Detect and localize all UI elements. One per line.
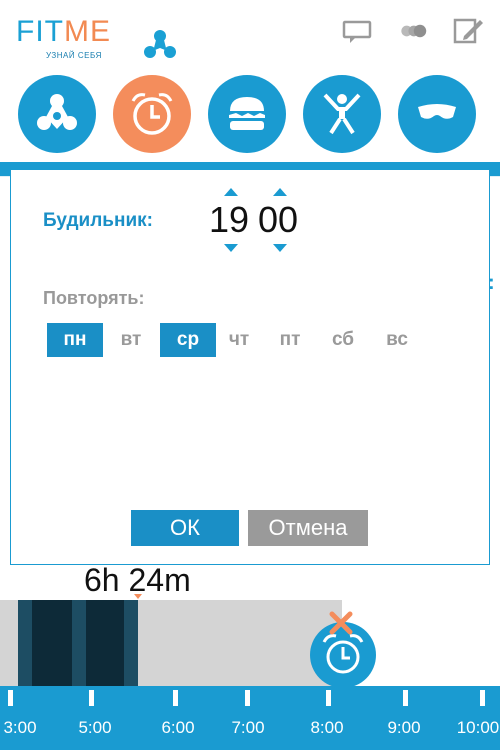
axis-tick (8, 690, 13, 706)
hours-display[interactable]: 19 (209, 200, 249, 240)
axis-tick (326, 690, 331, 706)
activity-icon (37, 94, 77, 130)
minutes-value: 00 (258, 199, 299, 240)
hours-value: 19 (209, 199, 250, 240)
sleep-segment-deep (86, 600, 124, 686)
axis-label: 9:00 (387, 718, 421, 737)
fitme-logo[interactable]: FITME УЗНАЙ СЕБЯ (16, 14, 176, 64)
category-activity[interactable] (18, 75, 96, 153)
alarm-dialog: Будильник: 19 00 Повторять: пн вт ср чт … (10, 169, 490, 565)
logo-me: ME (64, 15, 111, 48)
category-exercise[interactable] (303, 75, 381, 153)
axis-label: 10:00 (456, 718, 500, 737)
day-toggle-thu[interactable]: чт (211, 323, 267, 357)
repeat-label: Повторять: (43, 288, 145, 308)
day-toggle-tue[interactable]: вт (103, 323, 159, 357)
logo-mark-icon (144, 30, 176, 58)
category-sleep[interactable] (398, 75, 476, 153)
axis-tick (173, 690, 178, 706)
hours-down-button[interactable] (224, 244, 238, 252)
minutes-up-button[interactable] (273, 188, 287, 196)
day-toggle-sat[interactable]: сб (315, 323, 371, 357)
logo-fit: FIT (16, 15, 64, 48)
minutes-down-button[interactable] (273, 244, 287, 252)
logo-tagline: УЗНАЙ СЕБЯ (46, 51, 102, 60)
sleep-segment-light (18, 600, 32, 686)
app-header: FITME УЗНАЙ СЕБЯ (0, 0, 500, 70)
axis-tick (245, 690, 250, 706)
category-food[interactable] (208, 75, 286, 153)
day-toggle-wed[interactable]: ср (160, 323, 216, 357)
axis-label: 3:00 (3, 718, 37, 737)
time-axis: 3:00 5:00 6:00 7:00 8:00 9:00 10:00 (0, 686, 500, 750)
day-toggle-fri[interactable]: пт (262, 323, 318, 357)
close-icon[interactable] (328, 610, 354, 636)
alarm-label: Будильник: (43, 210, 153, 231)
axis-tick (89, 690, 94, 706)
category-alarm[interactable] (113, 75, 191, 153)
axis-tick (403, 690, 408, 706)
axis-tick (480, 690, 485, 706)
day-toggle-mon[interactable]: пн (47, 323, 103, 357)
sleep-segment-light (124, 600, 138, 686)
burger-icon (229, 97, 265, 130)
logo-text: FITME (16, 14, 111, 50)
chat-icon[interactable] (341, 18, 373, 44)
sleep-mask-icon (418, 104, 456, 119)
hours-up-button[interactable] (224, 188, 238, 196)
axis-label: 6:00 (161, 718, 195, 737)
alarm-clock-icon (131, 93, 173, 135)
axis-label: 7:00 (231, 718, 265, 737)
axis-label: 8:00 (310, 718, 344, 737)
duration-marker (134, 594, 142, 599)
ok-button[interactable]: ОК (131, 510, 239, 546)
sleep-segment-light (72, 600, 86, 686)
person-jumping-icon (323, 93, 361, 135)
sleep-segment-deep (32, 600, 72, 686)
minutes-display[interactable]: 00 (258, 200, 298, 240)
cancel-button[interactable]: Отмена (248, 510, 368, 546)
toggle-icon[interactable] (396, 18, 428, 44)
day-toggle-sun[interactable]: вс (369, 323, 425, 357)
axis-label: 5:00 (78, 718, 112, 737)
edit-icon[interactable] (452, 18, 484, 44)
